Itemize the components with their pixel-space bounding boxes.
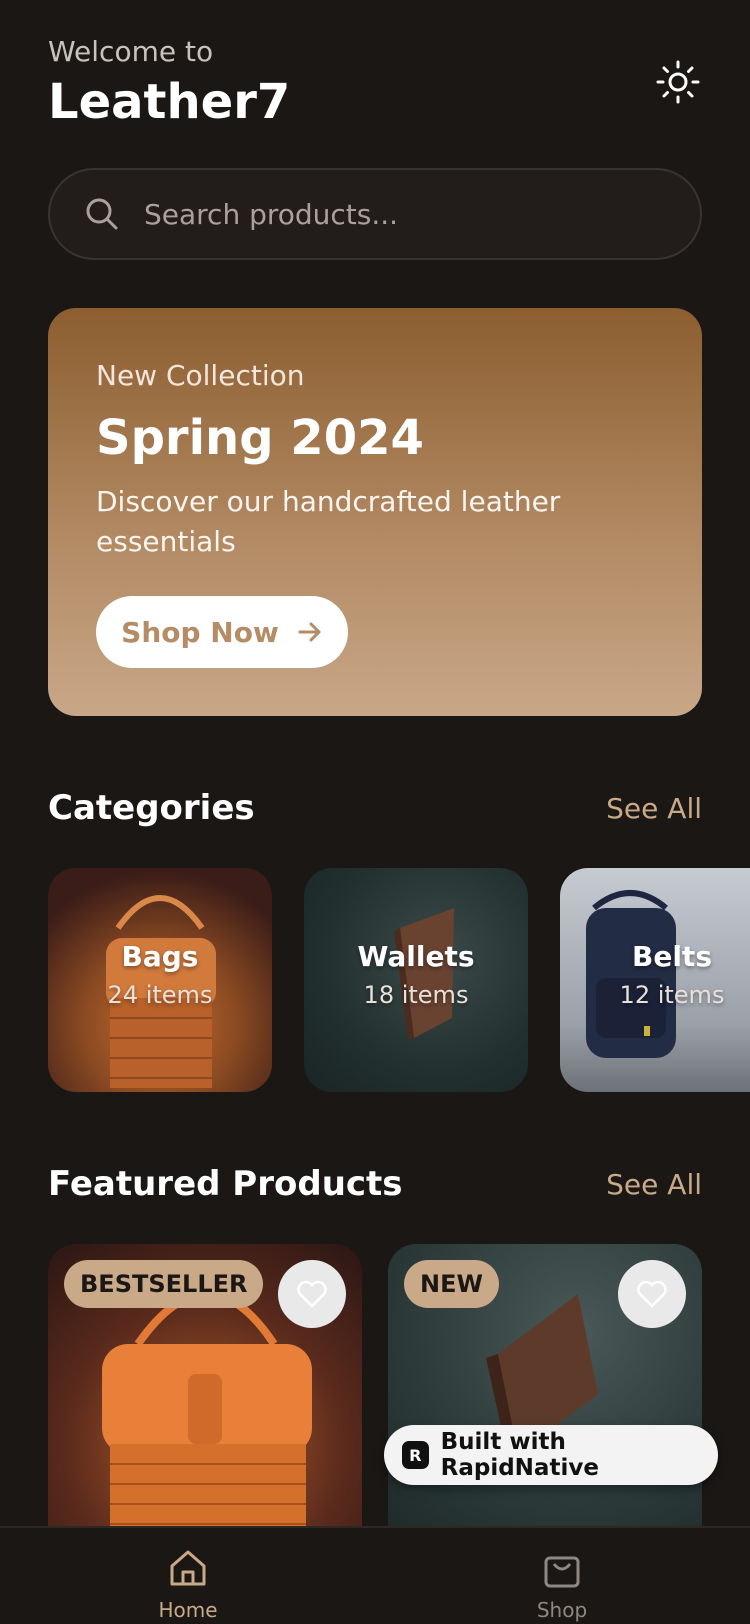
- tab-home-label: Home: [158, 1598, 218, 1622]
- product-card[interactable]: BESTSELLER: [48, 1244, 362, 1534]
- category-count: 24 items: [107, 981, 213, 1009]
- theme-toggle-button[interactable]: [654, 58, 702, 106]
- featured-header: Featured Products See All: [48, 1159, 702, 1209]
- tab-shop[interactable]: Shop: [502, 1546, 622, 1622]
- bestseller-badge: BESTSELLER: [64, 1260, 264, 1308]
- home-icon: [170, 1550, 206, 1586]
- rapidnative-logo-icon: R: [402, 1441, 429, 1469]
- shopping-bag-icon: [544, 1556, 580, 1588]
- search-input[interactable]: Search products...: [48, 168, 702, 260]
- category-card-wallets[interactable]: Wallets 18 items: [304, 868, 528, 1092]
- categories-title: Categories: [48, 788, 255, 828]
- product-card[interactable]: NEW: [388, 1244, 702, 1534]
- built-with-label: Built with RapidNative: [440, 1429, 599, 1481]
- welcome-text: Welcome to: [48, 35, 214, 68]
- brand-title: Leather7: [48, 74, 291, 130]
- header: Welcome to Leather7: [48, 34, 702, 134]
- built-with-badge[interactable]: R Built with RapidNative: [384, 1425, 718, 1485]
- heart-icon: [637, 1280, 667, 1308]
- sun-icon: [656, 60, 700, 104]
- category-count: 12 items: [619, 981, 725, 1009]
- category-card-bags[interactable]: Bags 24 items: [48, 868, 272, 1092]
- category-name: Belts: [632, 940, 712, 973]
- hero-banner: New Collection Spring 2024 Discover our …: [48, 308, 702, 716]
- category-label: Wallets 18 items: [304, 940, 528, 1009]
- hero-description: Discover our handcrafted leather essenti…: [96, 485, 561, 558]
- category-label: Belts 12 items: [560, 940, 750, 1009]
- category-count: 18 items: [363, 981, 469, 1009]
- hero-title: Spring 2024: [96, 410, 424, 466]
- category-name: Wallets: [357, 940, 475, 973]
- shop-now-label: Shop Now: [121, 615, 279, 649]
- heart-icon: [297, 1280, 327, 1308]
- featured-title: Featured Products: [48, 1164, 403, 1204]
- search-placeholder: Search products...: [144, 197, 399, 231]
- new-badge: NEW: [404, 1260, 499, 1308]
- search-icon: [86, 198, 118, 230]
- category-label: Bags 24 items: [48, 940, 272, 1009]
- favorite-button[interactable]: [618, 1260, 686, 1328]
- bottom-tab-bar: Home Shop: [0, 1526, 750, 1624]
- tab-shop-label: Shop: [536, 1598, 588, 1622]
- category-name: Bags: [121, 940, 199, 973]
- favorite-button[interactable]: [278, 1260, 346, 1328]
- category-card-belts[interactable]: Belts 12 items: [560, 868, 750, 1092]
- categories-header: Categories See All: [48, 783, 702, 833]
- tab-home[interactable]: Home: [128, 1546, 248, 1622]
- categories-see-all-link[interactable]: See All: [606, 792, 702, 825]
- shop-now-button[interactable]: Shop Now: [96, 596, 348, 668]
- hero-kicker: New Collection: [96, 359, 305, 392]
- featured-see-all-link[interactable]: See All: [606, 1168, 702, 1201]
- arrow-right-icon: [298, 622, 321, 642]
